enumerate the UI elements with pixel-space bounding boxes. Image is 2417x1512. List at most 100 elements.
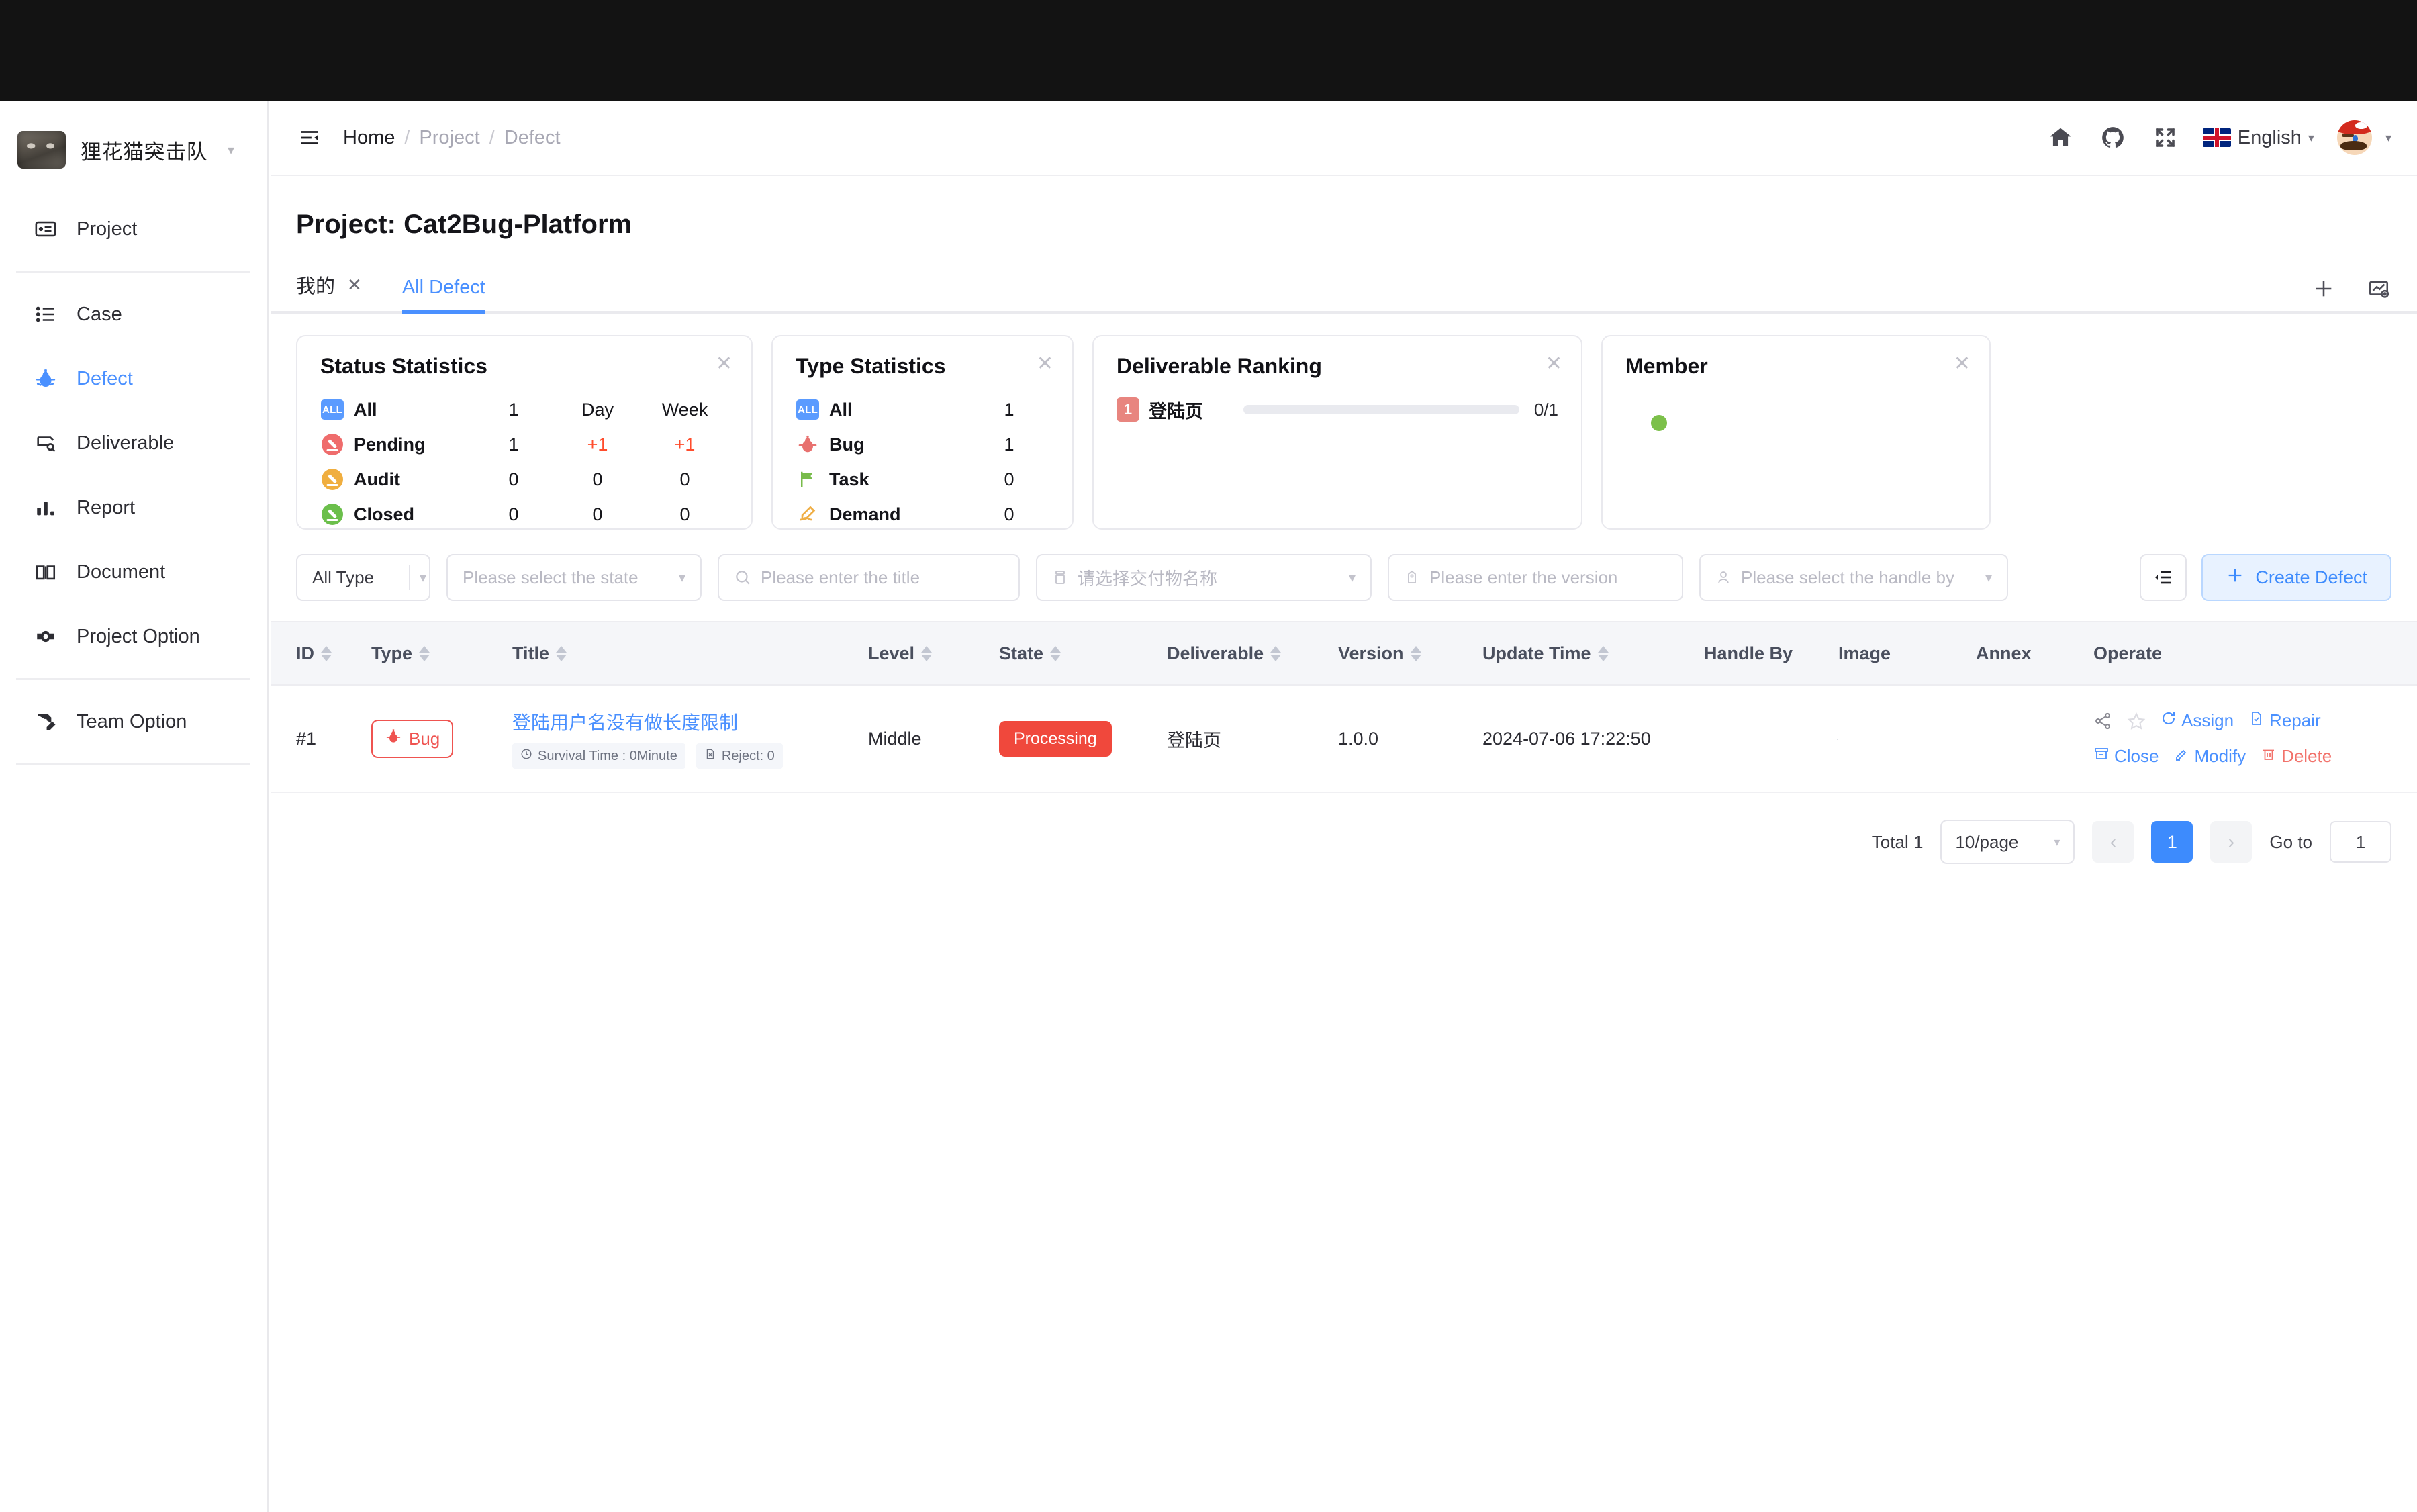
sidebar-item-team-option[interactable]: Team Option bbox=[16, 690, 250, 754]
column-header-title[interactable]: Title bbox=[512, 643, 868, 664]
breadcrumb-separator: / bbox=[404, 126, 410, 148]
breadcrumb-home[interactable]: Home bbox=[343, 127, 395, 149]
column-settings-icon[interactable] bbox=[2140, 554, 2187, 601]
status-row-pending[interactable]: Pending 1 +1 +1 bbox=[320, 427, 728, 462]
title-search-input[interactable]: Please enter the title bbox=[718, 554, 1020, 601]
status-count: 1 bbox=[508, 434, 519, 455]
deliverable-filter-select[interactable]: 请选择交付物名称 ▾ bbox=[1036, 554, 1372, 601]
close-icon[interactable]: ✕ bbox=[716, 354, 732, 374]
breadcrumb-project[interactable]: Project bbox=[419, 127, 479, 149]
column-header-version[interactable]: Version bbox=[1338, 643, 1482, 664]
sidebar-item-project-option[interactable]: Project Option bbox=[16, 604, 250, 669]
cell-state: Processing bbox=[999, 720, 1167, 757]
sidebar-item-defect[interactable]: Defect bbox=[16, 346, 250, 411]
column-header-type[interactable]: Type bbox=[371, 643, 512, 664]
github-icon[interactable] bbox=[2098, 123, 2128, 152]
status-count: 0 bbox=[508, 504, 519, 524]
version-search-input[interactable]: Please enter the version bbox=[1388, 554, 1683, 601]
create-defect-button[interactable]: Create Defect bbox=[2201, 554, 2391, 601]
column-header-id[interactable]: ID bbox=[271, 643, 371, 664]
language-selector[interactable]: English ▾ bbox=[2202, 123, 2314, 152]
status-row-all[interactable]: ALL All 1 Day Week bbox=[320, 392, 728, 427]
sort-toggle-icon[interactable] bbox=[1410, 645, 1421, 661]
page-title-value: Cat2Bug-Platform bbox=[404, 209, 632, 239]
table-row[interactable]: #1 Bug 登陆用户名没有做长度限制 Survival Time : 0Min… bbox=[271, 686, 2417, 793]
status-day-delta: 0 bbox=[592, 469, 603, 489]
filter-toolbar-actions: Create Defect bbox=[2140, 554, 2391, 601]
type-label: Task bbox=[829, 469, 869, 489]
column-label: Handle By bbox=[1704, 643, 1793, 663]
status-row-closed[interactable]: Closed 0 0 0 bbox=[320, 497, 728, 532]
column-header-update-time[interactable]: Update Time bbox=[1482, 643, 1704, 664]
type-row-all[interactable]: ALL All 1 bbox=[796, 392, 1049, 427]
rank-progress-bar bbox=[1243, 405, 1519, 414]
plus-icon[interactable] bbox=[2311, 276, 2336, 301]
type-row-bug[interactable]: Bug 1 bbox=[796, 427, 1049, 462]
fullscreen-icon[interactable] bbox=[2150, 123, 2180, 152]
next-page-button[interactable]: › bbox=[2210, 821, 2253, 863]
version-search-placeholder: Please enter the version bbox=[1429, 567, 1618, 587]
sidebar-nav: Project Case Defect Deliverable Report D… bbox=[0, 197, 267, 765]
defect-title-tags: Survival Time : 0Minute Reject: 0 bbox=[512, 743, 868, 769]
share-icon[interactable] bbox=[2093, 712, 2112, 730]
sidebar-item-case[interactable]: Case bbox=[16, 282, 250, 346]
close-icon[interactable]: ✕ bbox=[1954, 354, 1971, 374]
sort-toggle-icon[interactable] bbox=[1050, 645, 1061, 661]
ranking-row[interactable]: 1 登陆页 0/1 bbox=[1117, 392, 1558, 427]
type-chip: Bug bbox=[371, 719, 454, 758]
status-row-audit[interactable]: Audit 0 0 0 bbox=[320, 462, 728, 497]
sidebar-item-document[interactable]: Document bbox=[16, 540, 250, 604]
close-button[interactable]: Close bbox=[2093, 746, 2159, 767]
defect-title-link[interactable]: 登陆用户名没有做长度限制 bbox=[512, 708, 868, 735]
column-header-deliverable[interactable]: Deliverable bbox=[1167, 643, 1338, 664]
sidebar-item-project[interactable]: Project bbox=[16, 197, 250, 261]
delete-button[interactable]: Delete bbox=[2261, 746, 2332, 767]
type-row-demand[interactable]: Demand 0 bbox=[796, 497, 1049, 532]
deliverable-filter-placeholder: 请选择交付物名称 bbox=[1078, 568, 1218, 589]
column-label: State bbox=[999, 643, 1044, 663]
modify-button[interactable]: Modify bbox=[2173, 746, 2246, 767]
user-menu[interactable]: ▾ bbox=[2336, 120, 2391, 155]
sort-toggle-icon[interactable] bbox=[1270, 645, 1282, 661]
close-icon[interactable]: ✕ bbox=[1546, 354, 1562, 374]
type-count: 0 bbox=[1004, 469, 1014, 489]
goto-page-input[interactable]: 1 bbox=[2330, 821, 2391, 863]
close-label: Close bbox=[2114, 746, 2159, 766]
repair-button[interactable]: Repair bbox=[2248, 710, 2321, 731]
menu-fold-icon[interactable] bbox=[296, 124, 323, 151]
language-label: English bbox=[2237, 126, 2302, 148]
pending-dot-icon bbox=[320, 432, 344, 457]
type-filter-value: All Type bbox=[312, 567, 375, 587]
card-title: Member bbox=[1625, 354, 1708, 378]
table-header-row: ID Type Title Level State Deliverable Ve… bbox=[271, 621, 2417, 686]
close-icon[interactable]: ✕ bbox=[347, 275, 362, 295]
caret-down-icon: ▾ bbox=[2308, 130, 2314, 144]
type-filter-select[interactable]: All Type ▾ bbox=[296, 554, 430, 601]
chart-preview-icon[interactable] bbox=[2366, 276, 2391, 301]
tab-all-defect[interactable]: All Defect bbox=[401, 277, 486, 314]
sidebar-item-deliverable[interactable]: Deliverable bbox=[16, 411, 250, 475]
column-header-level[interactable]: Level bbox=[868, 643, 999, 664]
page-size-select[interactable]: 10/page ▾ bbox=[1940, 820, 2075, 864]
sidebar-item-report[interactable]: Report bbox=[16, 475, 250, 540]
column-header-state[interactable]: State bbox=[999, 643, 1167, 664]
sort-toggle-icon[interactable] bbox=[556, 645, 567, 661]
tab-my[interactable]: 我的 ✕ bbox=[296, 271, 362, 311]
prev-page-button[interactable]: ‹ bbox=[2092, 821, 2134, 863]
team-switcher[interactable]: 狸花猫突击队 ▾ bbox=[0, 101, 267, 169]
status-label: Pending bbox=[354, 434, 426, 455]
sort-toggle-icon[interactable] bbox=[419, 645, 430, 661]
home-icon[interactable] bbox=[2046, 123, 2075, 152]
status-count: 0 bbox=[508, 469, 519, 489]
sort-toggle-icon[interactable] bbox=[321, 645, 332, 661]
page-number-1[interactable]: 1 bbox=[2151, 821, 2193, 863]
type-row-task[interactable]: Task 0 bbox=[796, 462, 1049, 497]
member-avatar[interactable] bbox=[1625, 392, 1667, 431]
handle-by-filter-select[interactable]: Please select the handle by ▾ bbox=[1699, 554, 2008, 601]
star-icon[interactable] bbox=[2127, 712, 2146, 730]
close-icon[interactable]: ✕ bbox=[1037, 354, 1053, 374]
sort-toggle-icon[interactable] bbox=[1597, 645, 1609, 661]
sort-toggle-icon[interactable] bbox=[921, 645, 933, 661]
state-filter-select[interactable]: Please select the state ▾ bbox=[446, 554, 702, 601]
assign-button[interactable]: Assign bbox=[2161, 710, 2234, 731]
